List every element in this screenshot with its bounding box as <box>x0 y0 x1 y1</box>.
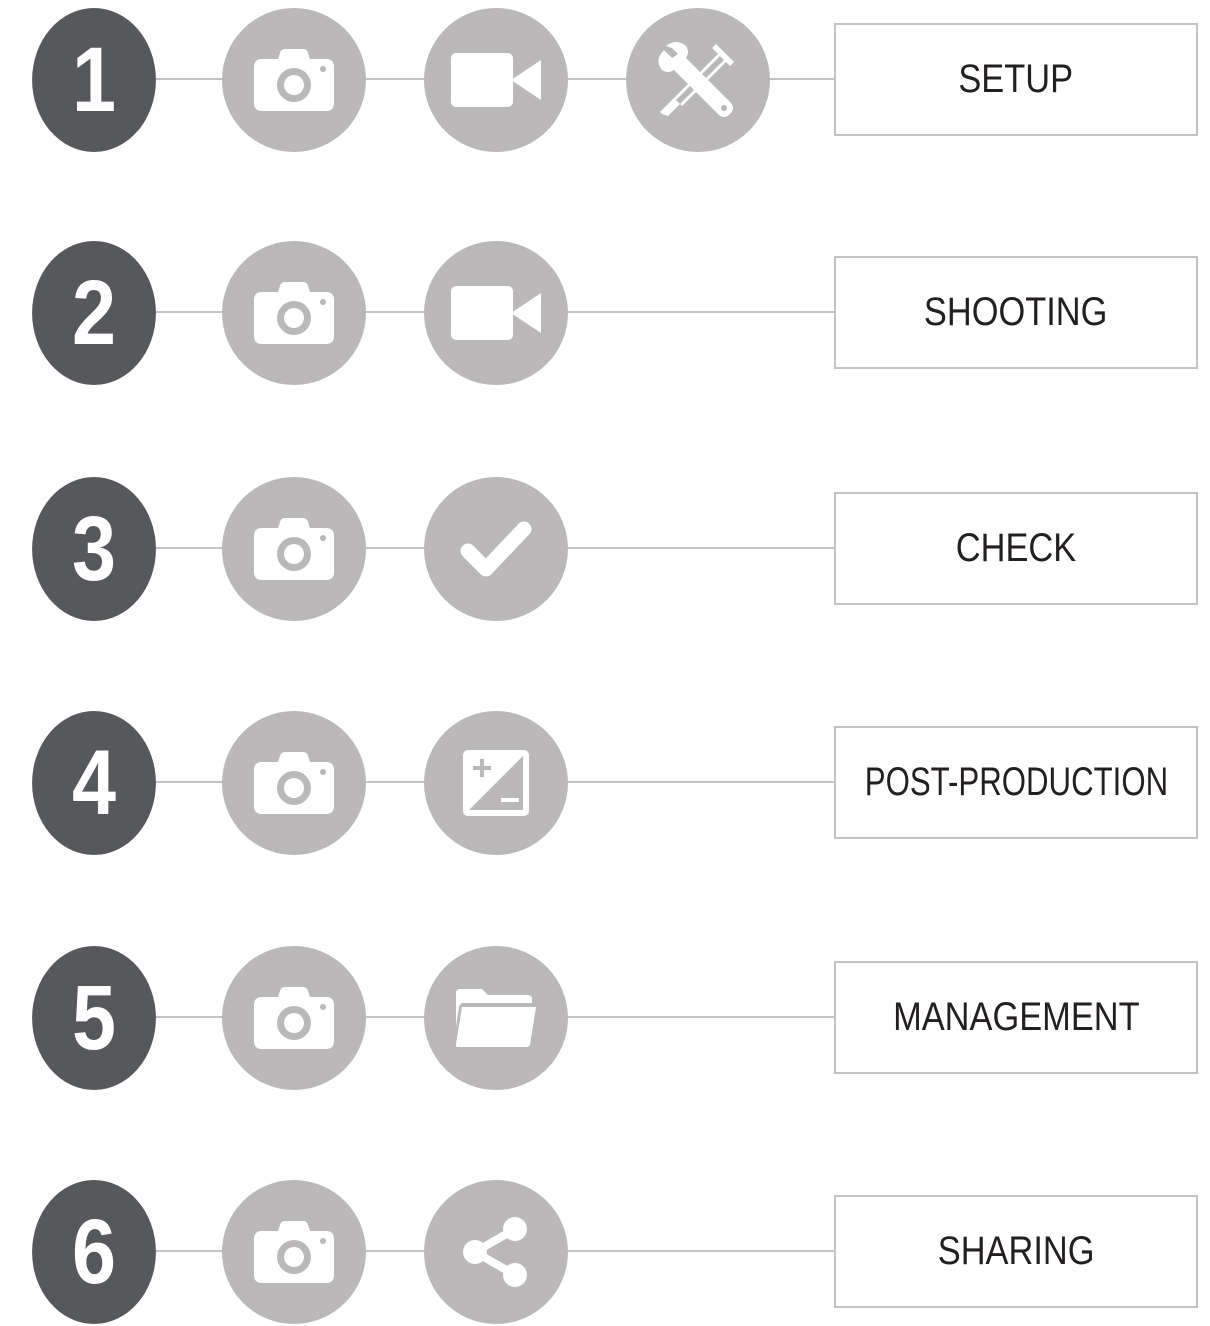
step-label: SHARING <box>937 1229 1095 1273</box>
tools-icon <box>626 8 770 152</box>
checkmark-icon <box>424 477 568 621</box>
label-box-setup: SETUP <box>834 23 1198 136</box>
video-camera-icon <box>424 241 568 385</box>
folder-icon <box>424 946 568 1090</box>
label-box-shooting: SHOOTING <box>834 256 1198 369</box>
step-row-6: 6 SHARING <box>0 1176 1210 1326</box>
step-row-1: 1 SETUP <box>0 4 1210 154</box>
video-camera-icon <box>424 8 568 152</box>
step-number-5: 5 <box>32 946 156 1090</box>
label-box-management: MANAGEMENT <box>834 961 1198 1074</box>
label-box-check: CHECK <box>834 492 1198 605</box>
step-number-6: 6 <box>32 1180 156 1324</box>
camera-icon <box>222 8 366 152</box>
step-number-3: 3 <box>32 477 156 621</box>
step-label: SHOOTING <box>924 290 1108 334</box>
step-row-2: 2 SHOOTING <box>0 237 1210 387</box>
label-box-post-production: POST-PRODUCTION <box>834 726 1198 839</box>
step-label: SETUP <box>958 57 1074 101</box>
exposure-icon <box>424 711 568 855</box>
step-number-4: 4 <box>32 711 156 855</box>
step-row-3: 3 CHECK <box>0 473 1210 623</box>
step-label: CHECK <box>955 526 1077 570</box>
step-number-1: 1 <box>32 8 156 152</box>
camera-icon <box>222 241 366 385</box>
camera-icon <box>222 946 366 1090</box>
step-label: MANAGEMENT <box>892 995 1140 1039</box>
share-icon <box>424 1180 568 1324</box>
camera-icon <box>222 477 366 621</box>
step-label: POST-PRODUCTION <box>864 760 1168 804</box>
step-row-4: 4 POST-PRODUCTION <box>0 707 1210 857</box>
camera-icon <box>222 711 366 855</box>
step-number-2: 2 <box>32 241 156 385</box>
step-row-5: 5 MANAGEMENT <box>0 942 1210 1092</box>
camera-icon <box>222 1180 366 1324</box>
label-box-sharing: SHARING <box>834 1195 1198 1308</box>
